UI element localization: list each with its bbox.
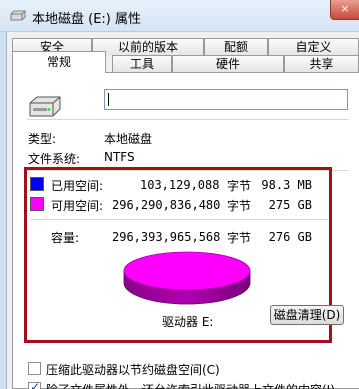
index-label: 除了文件属性外，还允许索引此驱动器上文件的内容(I)	[46, 381, 335, 389]
tab-general[interactable]: 常规	[12, 51, 106, 73]
disk-cleanup-button[interactable]: 磁盘清理(D)	[270, 305, 344, 325]
used-space-bytes: 103,129,088	[140, 178, 220, 192]
drive-icon	[10, 10, 26, 21]
free-space-bytes: 296,290,836,480	[112, 198, 221, 212]
used-space-swatch	[30, 177, 44, 191]
drive-letter-label: 驱动器 E:	[162, 315, 214, 329]
volume-name-input[interactable]	[104, 89, 348, 110]
free-space-size: 275 GB	[268, 198, 312, 212]
tab-tools[interactable]: 工具	[112, 55, 172, 72]
used-space-unit: 字节	[227, 179, 252, 193]
capacity-unit: 字节	[227, 231, 252, 245]
tab-customize[interactable]: 自定义	[268, 38, 359, 55]
compress-checkbox[interactable]	[28, 362, 41, 375]
compress-label: 压缩此驱动器以节约磁盘空间(C)	[46, 363, 220, 377]
filesystem-label: 文件系统:	[28, 152, 81, 166]
divider	[30, 219, 328, 220]
used-space-size: 98.3 MB	[261, 178, 312, 192]
index-checkbox[interactable]	[28, 380, 41, 389]
tab-hardware[interactable]: 硬件	[172, 55, 284, 72]
capacity-size: 276 GB	[268, 230, 312, 244]
free-space-swatch	[30, 197, 44, 211]
type-value: 本地磁盘	[104, 132, 153, 146]
window-title: 本地磁盘 (E:) 属性	[32, 12, 142, 27]
type-label: 类型:	[28, 132, 57, 146]
pie-free-slice	[123, 251, 251, 291]
capacity-label: 容量:	[51, 231, 80, 245]
drive-icon	[29, 96, 61, 117]
close-button[interactable]: ×	[330, 0, 359, 20]
capacity-bytes: 296,393,965,568	[112, 230, 221, 244]
disk-usage-pie	[123, 251, 251, 305]
tab-sharing[interactable]: 共享	[284, 55, 359, 72]
free-space-label: 可用空间:	[51, 199, 104, 213]
tab-quota[interactable]: 配额	[204, 38, 268, 55]
divider	[27, 119, 349, 120]
free-space-unit: 字节	[227, 199, 252, 213]
tab-previous-versions[interactable]: 以前的版本	[92, 38, 204, 55]
used-space-label: 已用空间:	[51, 179, 104, 193]
filesystem-value: NTFS	[104, 150, 135, 164]
title-bar: 本地磁盘 (E:) 属性 ×	[0, 0, 359, 32]
